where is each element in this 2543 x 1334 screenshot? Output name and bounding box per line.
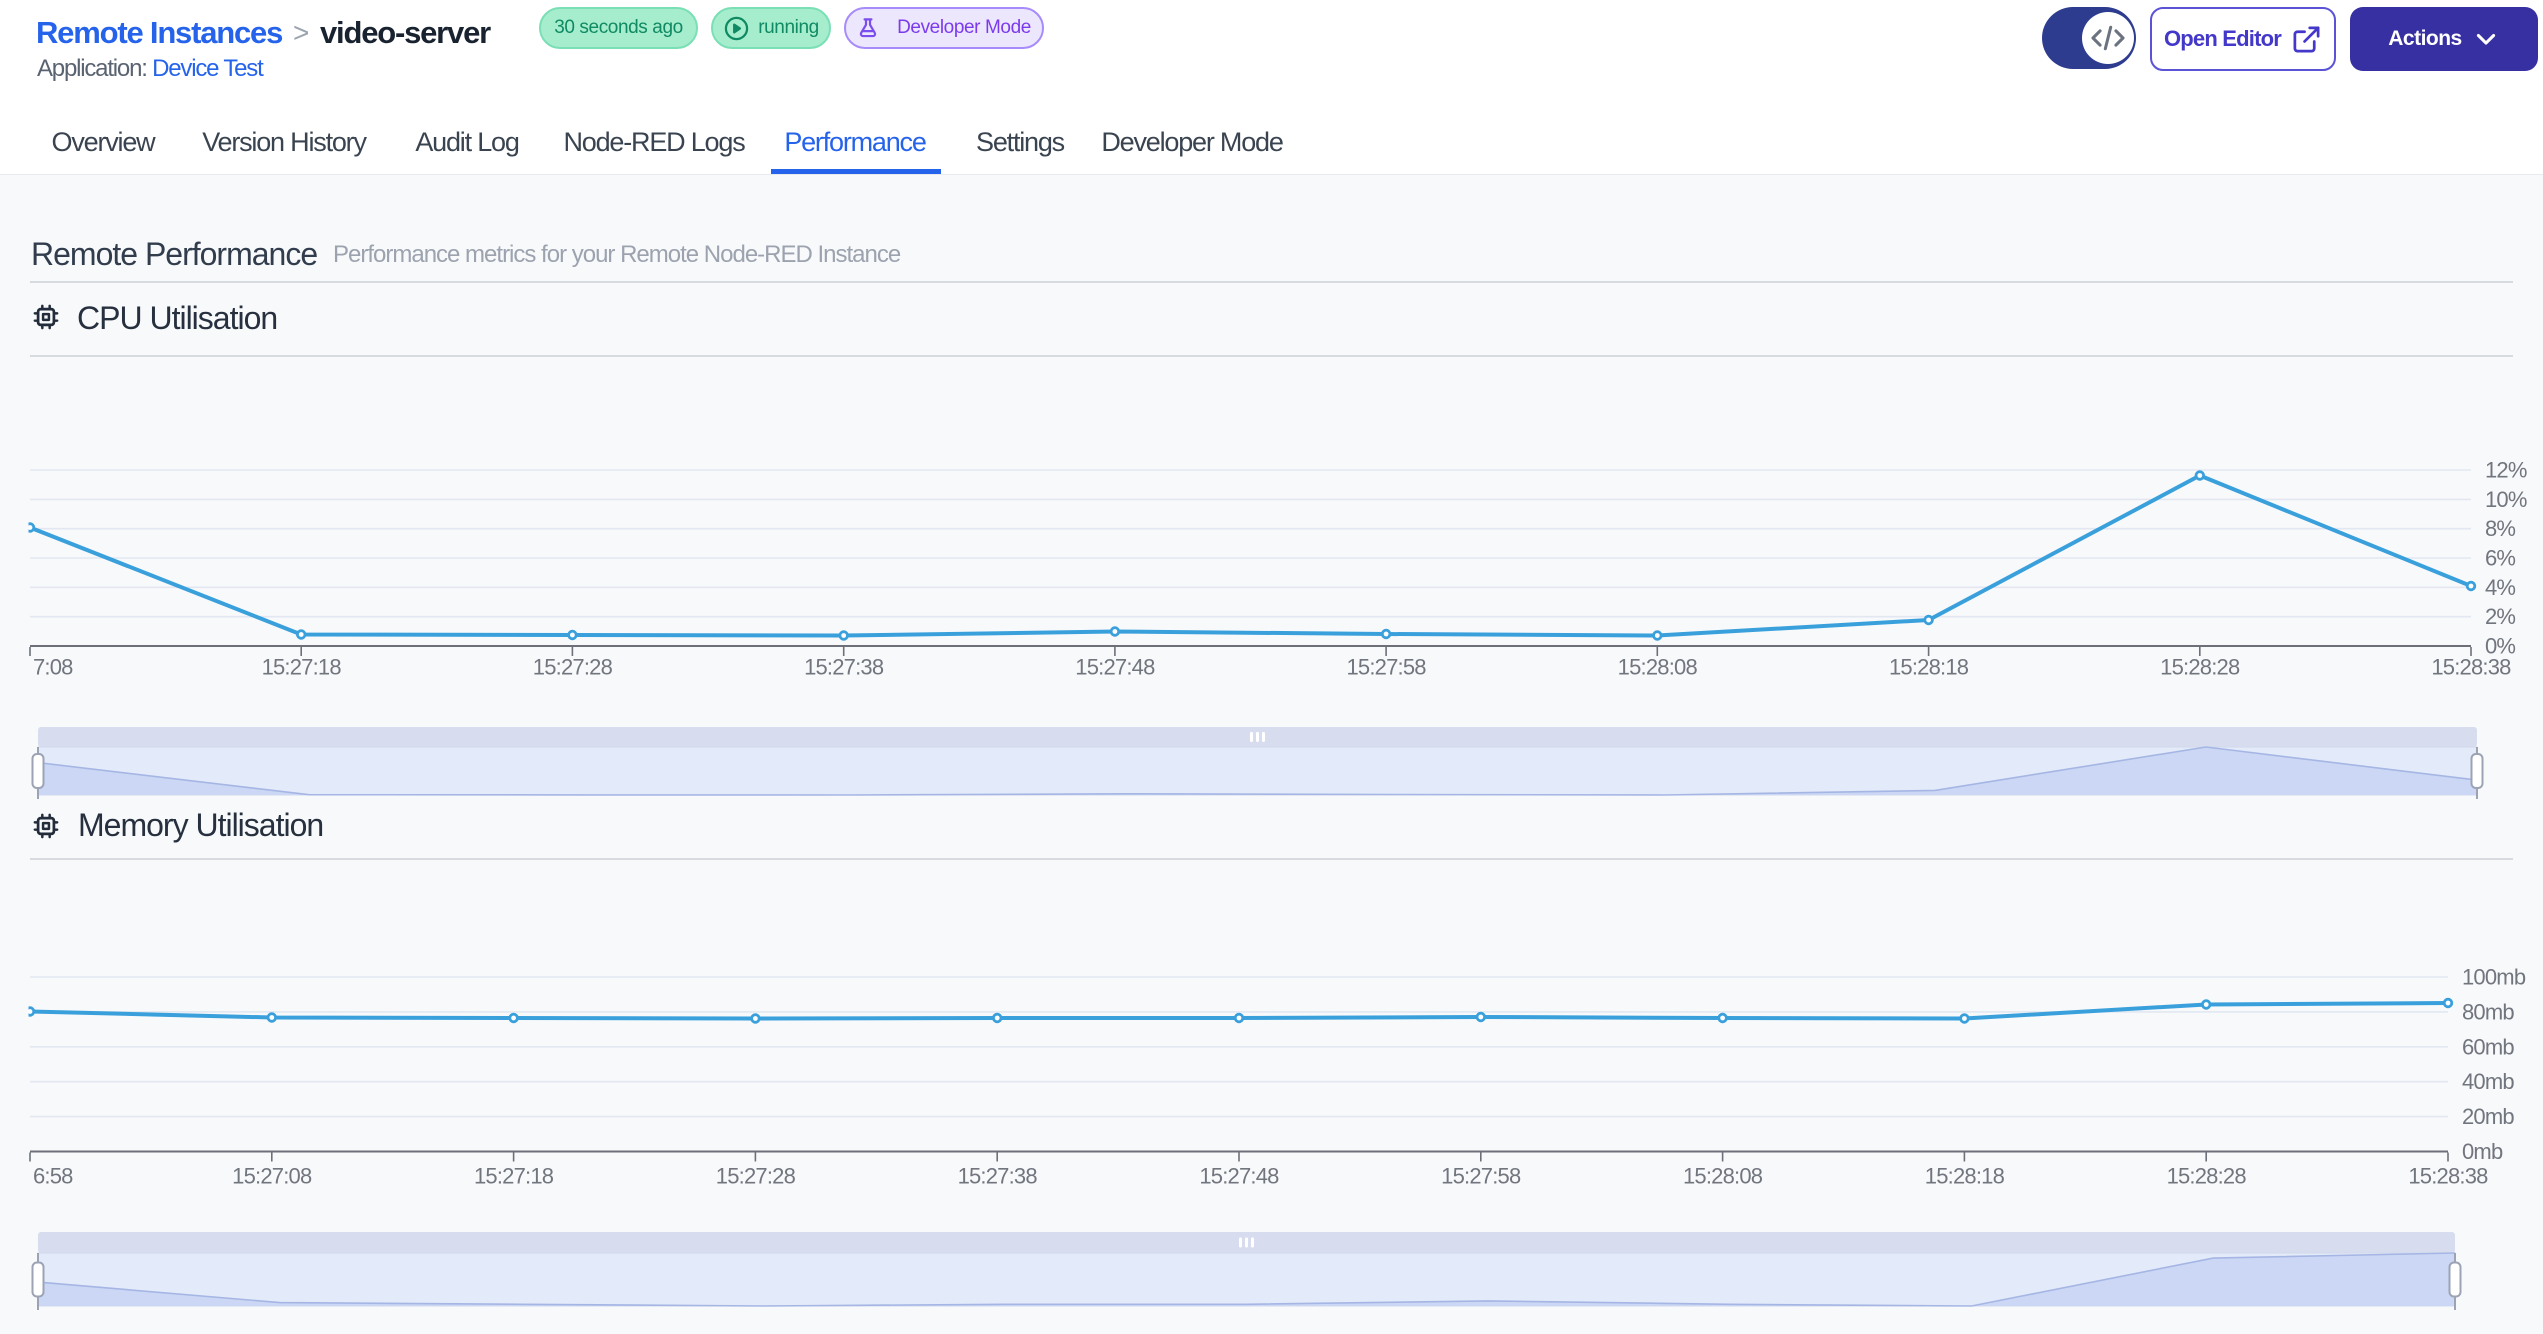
svg-text:8%: 8%	[2485, 516, 2515, 541]
svg-text:15:27:28: 15:27:28	[716, 1164, 796, 1189]
svg-text:100mb: 100mb	[2462, 965, 2526, 990]
svg-text:6:58: 6:58	[33, 1164, 73, 1189]
svg-text:40mb: 40mb	[2462, 1069, 2514, 1094]
svg-text:12%: 12%	[2485, 458, 2527, 483]
svg-text:10%: 10%	[2485, 487, 2527, 512]
svg-text:15:27:08: 15:27:08	[232, 1164, 312, 1189]
svg-text:15:28:38: 15:28:38	[2408, 1164, 2488, 1189]
svg-text:15:27:48: 15:27:48	[1199, 1164, 1279, 1189]
svg-text:15:27:38: 15:27:38	[958, 1164, 1038, 1189]
svg-text:20mb: 20mb	[2462, 1104, 2514, 1129]
svg-text:4%: 4%	[2485, 575, 2515, 600]
svg-text:15:27:28: 15:27:28	[533, 655, 613, 680]
svg-text:15:28:18: 15:28:18	[1889, 655, 1969, 680]
svg-text:15:27:38: 15:27:38	[804, 655, 884, 680]
svg-text:15:28:08: 15:28:08	[1683, 1164, 1763, 1189]
svg-text:6%: 6%	[2485, 546, 2515, 571]
svg-text:15:28:28: 15:28:28	[2167, 1164, 2247, 1189]
svg-text:7:08: 7:08	[33, 655, 73, 680]
svg-text:2%: 2%	[2485, 604, 2515, 629]
svg-text:15:27:58: 15:27:58	[1346, 655, 1426, 680]
svg-text:60mb: 60mb	[2462, 1034, 2514, 1059]
svg-text:15:27:48: 15:27:48	[1075, 655, 1155, 680]
svg-text:0%: 0%	[2485, 634, 2515, 659]
svg-text:80mb: 80mb	[2462, 999, 2514, 1024]
svg-text:15:28:18: 15:28:18	[1925, 1164, 2005, 1189]
svg-text:15:27:18: 15:27:18	[262, 655, 342, 680]
svg-text:15:27:58: 15:27:58	[1441, 1164, 1521, 1189]
svg-text:15:28:08: 15:28:08	[1618, 655, 1698, 680]
svg-text:15:27:18: 15:27:18	[474, 1164, 554, 1189]
svg-text:0mb: 0mb	[2462, 1139, 2503, 1164]
svg-text:15:28:28: 15:28:28	[2160, 655, 2240, 680]
